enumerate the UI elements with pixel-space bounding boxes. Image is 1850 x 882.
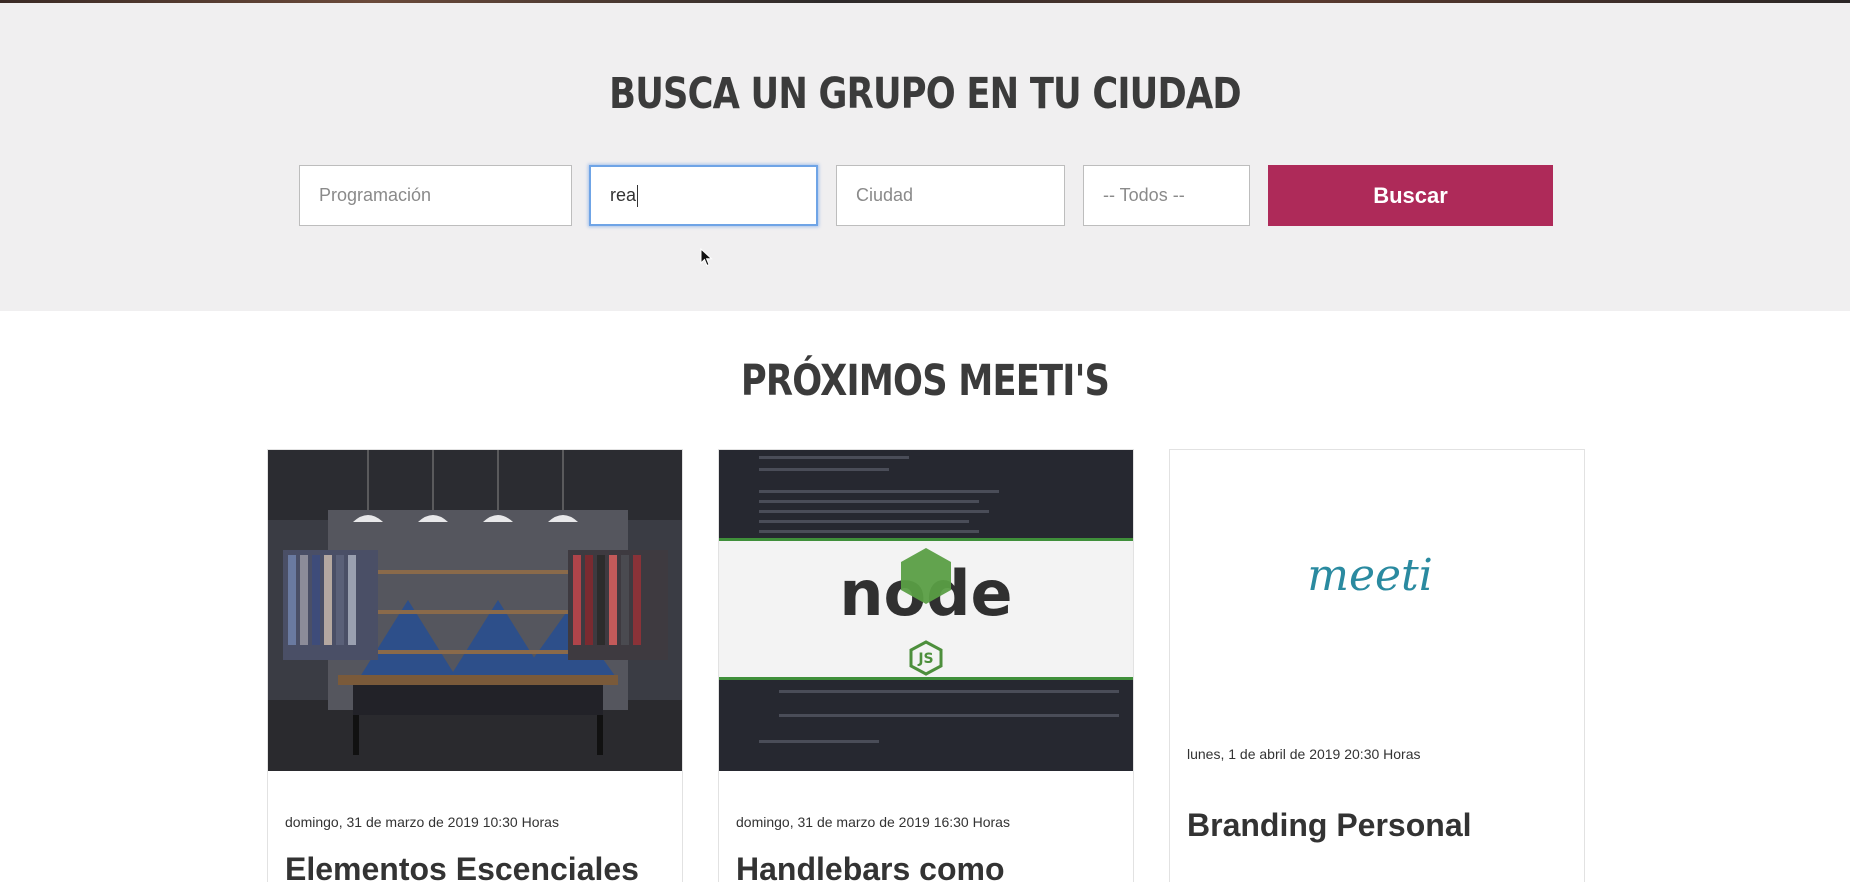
filter-select[interactable]: -- Todos -- (1083, 165, 1250, 226)
meeti-card[interactable]: domingo, 31 de marzo de 2019 10:30 Horas… (267, 449, 683, 882)
mouse-pointer-icon (700, 248, 713, 267)
category-placeholder: Programación (319, 185, 432, 205)
card-title[interactable]: Elementos Escenciales (285, 851, 639, 882)
text-caret (637, 184, 639, 207)
card-date: domingo, 31 de marzo de 2019 16:30 Horas (736, 814, 1010, 830)
meeti-card[interactable]: meeti lunes, 1 de abril de 2019 20:30 Ho… (1169, 449, 1585, 882)
city-input[interactable]: Ciudad (836, 165, 1065, 226)
search-title: Busca un grupo en tu ciudad (609, 69, 1242, 119)
upcoming-title: Próximos Meeti's (740, 356, 1110, 406)
clothing-store-photo (268, 450, 682, 771)
card-title[interactable]: Handlebars como (736, 851, 1005, 882)
js-badge-text: JS (917, 651, 933, 667)
search-button[interactable]: Buscar (1268, 165, 1553, 226)
search-input[interactable]: rea (589, 165, 818, 226)
meeti-logo-text: meeti (1307, 550, 1433, 601)
card-title[interactable]: Branding Personal (1187, 807, 1472, 844)
category-input[interactable]: Programación (299, 165, 572, 226)
search-input-value: rea (610, 185, 637, 205)
filter-selected-value: -- Todos -- (1103, 185, 1185, 205)
meeti-logo-image: meeti (1170, 450, 1584, 690)
search-section: Busca un grupo en tu ciudad Programación… (0, 3, 1850, 311)
city-placeholder: Ciudad (856, 185, 914, 205)
card-date: lunes, 1 de abril de 2019 20:30 Horas (1187, 746, 1421, 762)
meeti-card[interactable]: node JS domingo, 31 de marzo de 2019 16:… (718, 449, 1134, 882)
card-date: domingo, 31 de marzo de 2019 10:30 Horas (285, 814, 559, 830)
nodejs-logo-image: node JS (719, 450, 1133, 771)
